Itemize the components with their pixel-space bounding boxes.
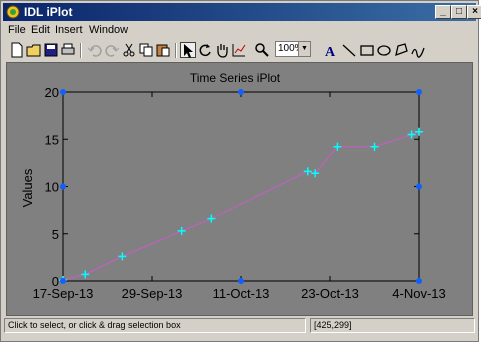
pan-hand-icon[interactable]: [214, 42, 230, 58]
y-tick-label: 10: [45, 180, 59, 195]
selection-handle: [60, 89, 66, 95]
x-tick-label: 4-Nov-13: [392, 286, 445, 301]
paste-icon[interactable]: [155, 42, 171, 58]
minimize-button[interactable]: _: [435, 5, 451, 19]
rotate-icon[interactable]: [197, 42, 213, 58]
line-tool-icon[interactable]: [341, 42, 357, 58]
plot-canvas[interactable]: Time Series iPlot Values 0 5 10 15 20 17-Sep-…: [6, 62, 473, 316]
copy-icon[interactable]: [138, 42, 154, 58]
zoom-magnifier-icon[interactable]: [254, 42, 270, 58]
status-hint: Click to select, or click & drag selecti…: [4, 318, 306, 333]
selection-handle: [238, 278, 244, 284]
toolbar-separator: [175, 43, 177, 58]
toolbar-separator: [80, 43, 82, 58]
iplot-window: IDL iPlot _ □ × File Edit Insert Window …: [0, 0, 481, 342]
cut-icon[interactable]: [121, 42, 137, 58]
time-series-plot[interactable]: Time Series iPlot Values 0510152017-Sep-…: [7, 63, 472, 315]
x-tick-label: 11-Oct-13: [213, 286, 270, 301]
status-coordinates: [425,299]: [310, 318, 475, 333]
redo-icon[interactable]: [104, 42, 120, 58]
x-tick-label: 23-Oct-13: [301, 286, 359, 301]
data-point: [407, 130, 416, 139]
data-range-icon[interactable]: [231, 42, 247, 58]
data-point: [207, 214, 216, 223]
menu-insert[interactable]: Insert: [55, 24, 83, 36]
data-point: [415, 127, 423, 136]
selection-handle: [416, 183, 422, 190]
open-folder-icon[interactable]: [26, 42, 42, 58]
menu-file[interactable]: File: [8, 24, 26, 36]
select-arrow-icon[interactable]: [180, 42, 196, 58]
y-tick-label: 15: [45, 132, 59, 147]
menu-edit[interactable]: Edit: [31, 24, 50, 36]
selection-handle: [60, 183, 66, 190]
series-line: [62, 131, 420, 281]
new-file-icon[interactable]: [9, 42, 25, 58]
data-point: [370, 142, 379, 151]
plot-area: 0510152017-Sep-13 29-Sep-13 11-Oct-13 23-Oc…: [33, 85, 446, 301]
data-point: [177, 226, 186, 235]
plot-frame: [62, 91, 420, 282]
data-point: [118, 252, 127, 261]
window-title: IDL iPlot: [24, 5, 73, 19]
save-icon[interactable]: [43, 42, 59, 58]
data-point: [81, 270, 90, 279]
selection-handle: [60, 278, 66, 284]
status-bar: Click to select, or click & drag selecti…: [4, 318, 476, 335]
ellipse-tool-icon[interactable]: [376, 42, 392, 58]
x-tick-label: 17-Sep-13: [33, 286, 94, 301]
data-point: [303, 167, 312, 176]
zoom-select[interactable]: 100% ▼: [275, 41, 311, 57]
freehand-tool-icon[interactable]: [410, 42, 426, 58]
menu-bar: File Edit Insert Window: [3, 22, 476, 39]
print-icon[interactable]: [60, 42, 76, 58]
text-tool-icon[interactable]: A: [323, 42, 339, 58]
svg-text:A: A: [325, 45, 336, 58]
chart-title: Time Series iPlot: [190, 71, 281, 85]
maximize-button[interactable]: □: [451, 5, 467, 19]
toolbar: A: [3, 40, 476, 60]
chevron-down-icon[interactable]: ▼: [298, 42, 310, 56]
close-button[interactable]: ×: [467, 5, 481, 19]
title-bar[interactable]: IDL iPlot _ □ ×: [3, 3, 481, 21]
y-tick-label: 5: [52, 227, 59, 242]
x-tick-label: 29-Sep-13: [122, 286, 183, 301]
selection-handle: [416, 278, 422, 284]
y-tick-label: 20: [45, 85, 59, 100]
y-axis-label: Values: [20, 168, 35, 207]
selection-handle: [238, 89, 244, 95]
undo-icon[interactable]: [87, 42, 103, 58]
idl-app-icon: [6, 5, 20, 19]
menu-window[interactable]: Window: [89, 24, 128, 36]
polygon-tool-icon[interactable]: [393, 42, 409, 58]
selection-handle: [416, 89, 422, 95]
rectangle-tool-icon[interactable]: [359, 42, 375, 58]
